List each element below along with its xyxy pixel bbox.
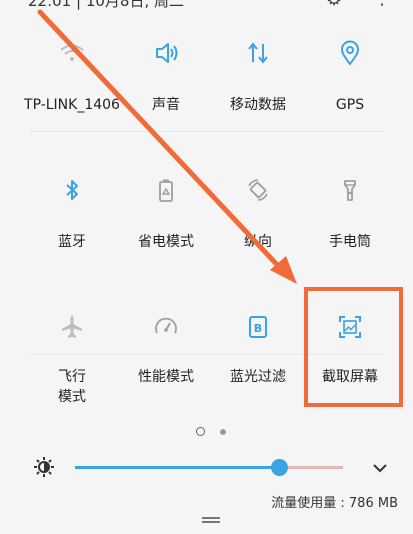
chevron-down-icon[interactable] — [372, 460, 388, 480]
brightness-slider-fill — [75, 466, 279, 469]
annotation-arrow — [37, 9, 297, 284]
page-dot-current — [196, 427, 205, 436]
brightness-slider[interactable] — [75, 459, 343, 476]
page-dot[interactable] — [220, 429, 226, 435]
drag-handle[interactable] — [202, 517, 220, 523]
data-usage-text: 流量使用量 : 786 MB — [271, 496, 398, 511]
brightness-icon — [33, 456, 55, 482]
brightness-slider-thumb[interactable] — [270, 459, 288, 476]
